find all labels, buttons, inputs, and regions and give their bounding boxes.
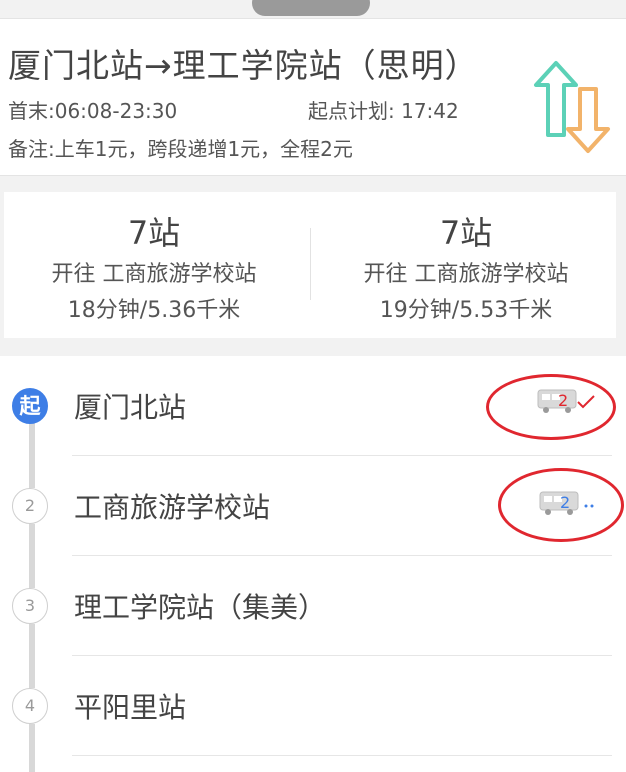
drag-handle[interactable] [252,0,370,16]
direction-card-2[interactable]: 7站 开往 工商旅游学校站 19分钟/5.53千米 [316,192,616,338]
route-line [29,624,35,656]
route-title: 厦门北站→理工学院站（思明） [8,46,479,85]
stop-number-badge: 3 [12,588,48,624]
stop-count: 7站 [127,214,181,252]
stop-item[interactable]: 起 厦门北站 2 [0,356,626,456]
destination: 开往 工商旅游学校站 [51,262,257,287]
route-line [29,524,35,556]
separator [72,755,612,756]
highlight-circle [498,468,624,542]
destination: 开往 工商旅游学校站 [363,262,569,287]
swap-direction-icon[interactable] [530,59,616,155]
direction-summary: 7站 开往 工商旅游学校站 18分钟/5.36千米 7站 开往 工商旅游学校站 … [4,192,616,338]
stop-name: 厦门北站 [74,391,187,424]
stop-number-badge: 4 [12,688,48,724]
stop-count: 7站 [439,214,493,252]
route-line [29,656,35,688]
stop-item[interactable]: 4 平阳里站 [0,656,626,772]
route-line [29,724,35,772]
divider [310,228,311,300]
stop-number-badge: 2 [12,488,48,524]
start-badge: 起 [12,388,48,424]
fare-note: 备注:上车1元，跨段递增1元，全程2元 [8,137,353,161]
stop-list: 起 厦门北站 2 2 工商旅游学校站 2 3 理工学院站（集美） 4 平阳里站 [0,356,626,772]
route-line [29,456,35,488]
direction-card-1[interactable]: 7站 开往 工商旅游学校站 18分钟/5.36千米 [4,192,304,338]
stop-item[interactable]: 3 理工学院站（集美） [0,556,626,656]
route-line [29,422,35,456]
first-last-time: 首末:06:08-23:30 [8,99,178,123]
route-header: 厦门北站→理工学院站（思明） 首末:06:08-23:30 起点计划: 17:4… [0,18,626,176]
planned-departure: 起点计划: 17:42 [308,99,459,123]
stop-name: 平阳里站 [74,691,187,724]
stop-item[interactable]: 2 工商旅游学校站 2 [0,456,626,556]
time-distance: 19分钟/5.53千米 [379,298,553,323]
route-line [29,556,35,588]
stop-name: 工商旅游学校站 [74,491,271,524]
time-distance: 18分钟/5.36千米 [67,298,241,323]
stop-name: 理工学院站（集美） [74,591,327,624]
highlight-circle [486,374,616,440]
